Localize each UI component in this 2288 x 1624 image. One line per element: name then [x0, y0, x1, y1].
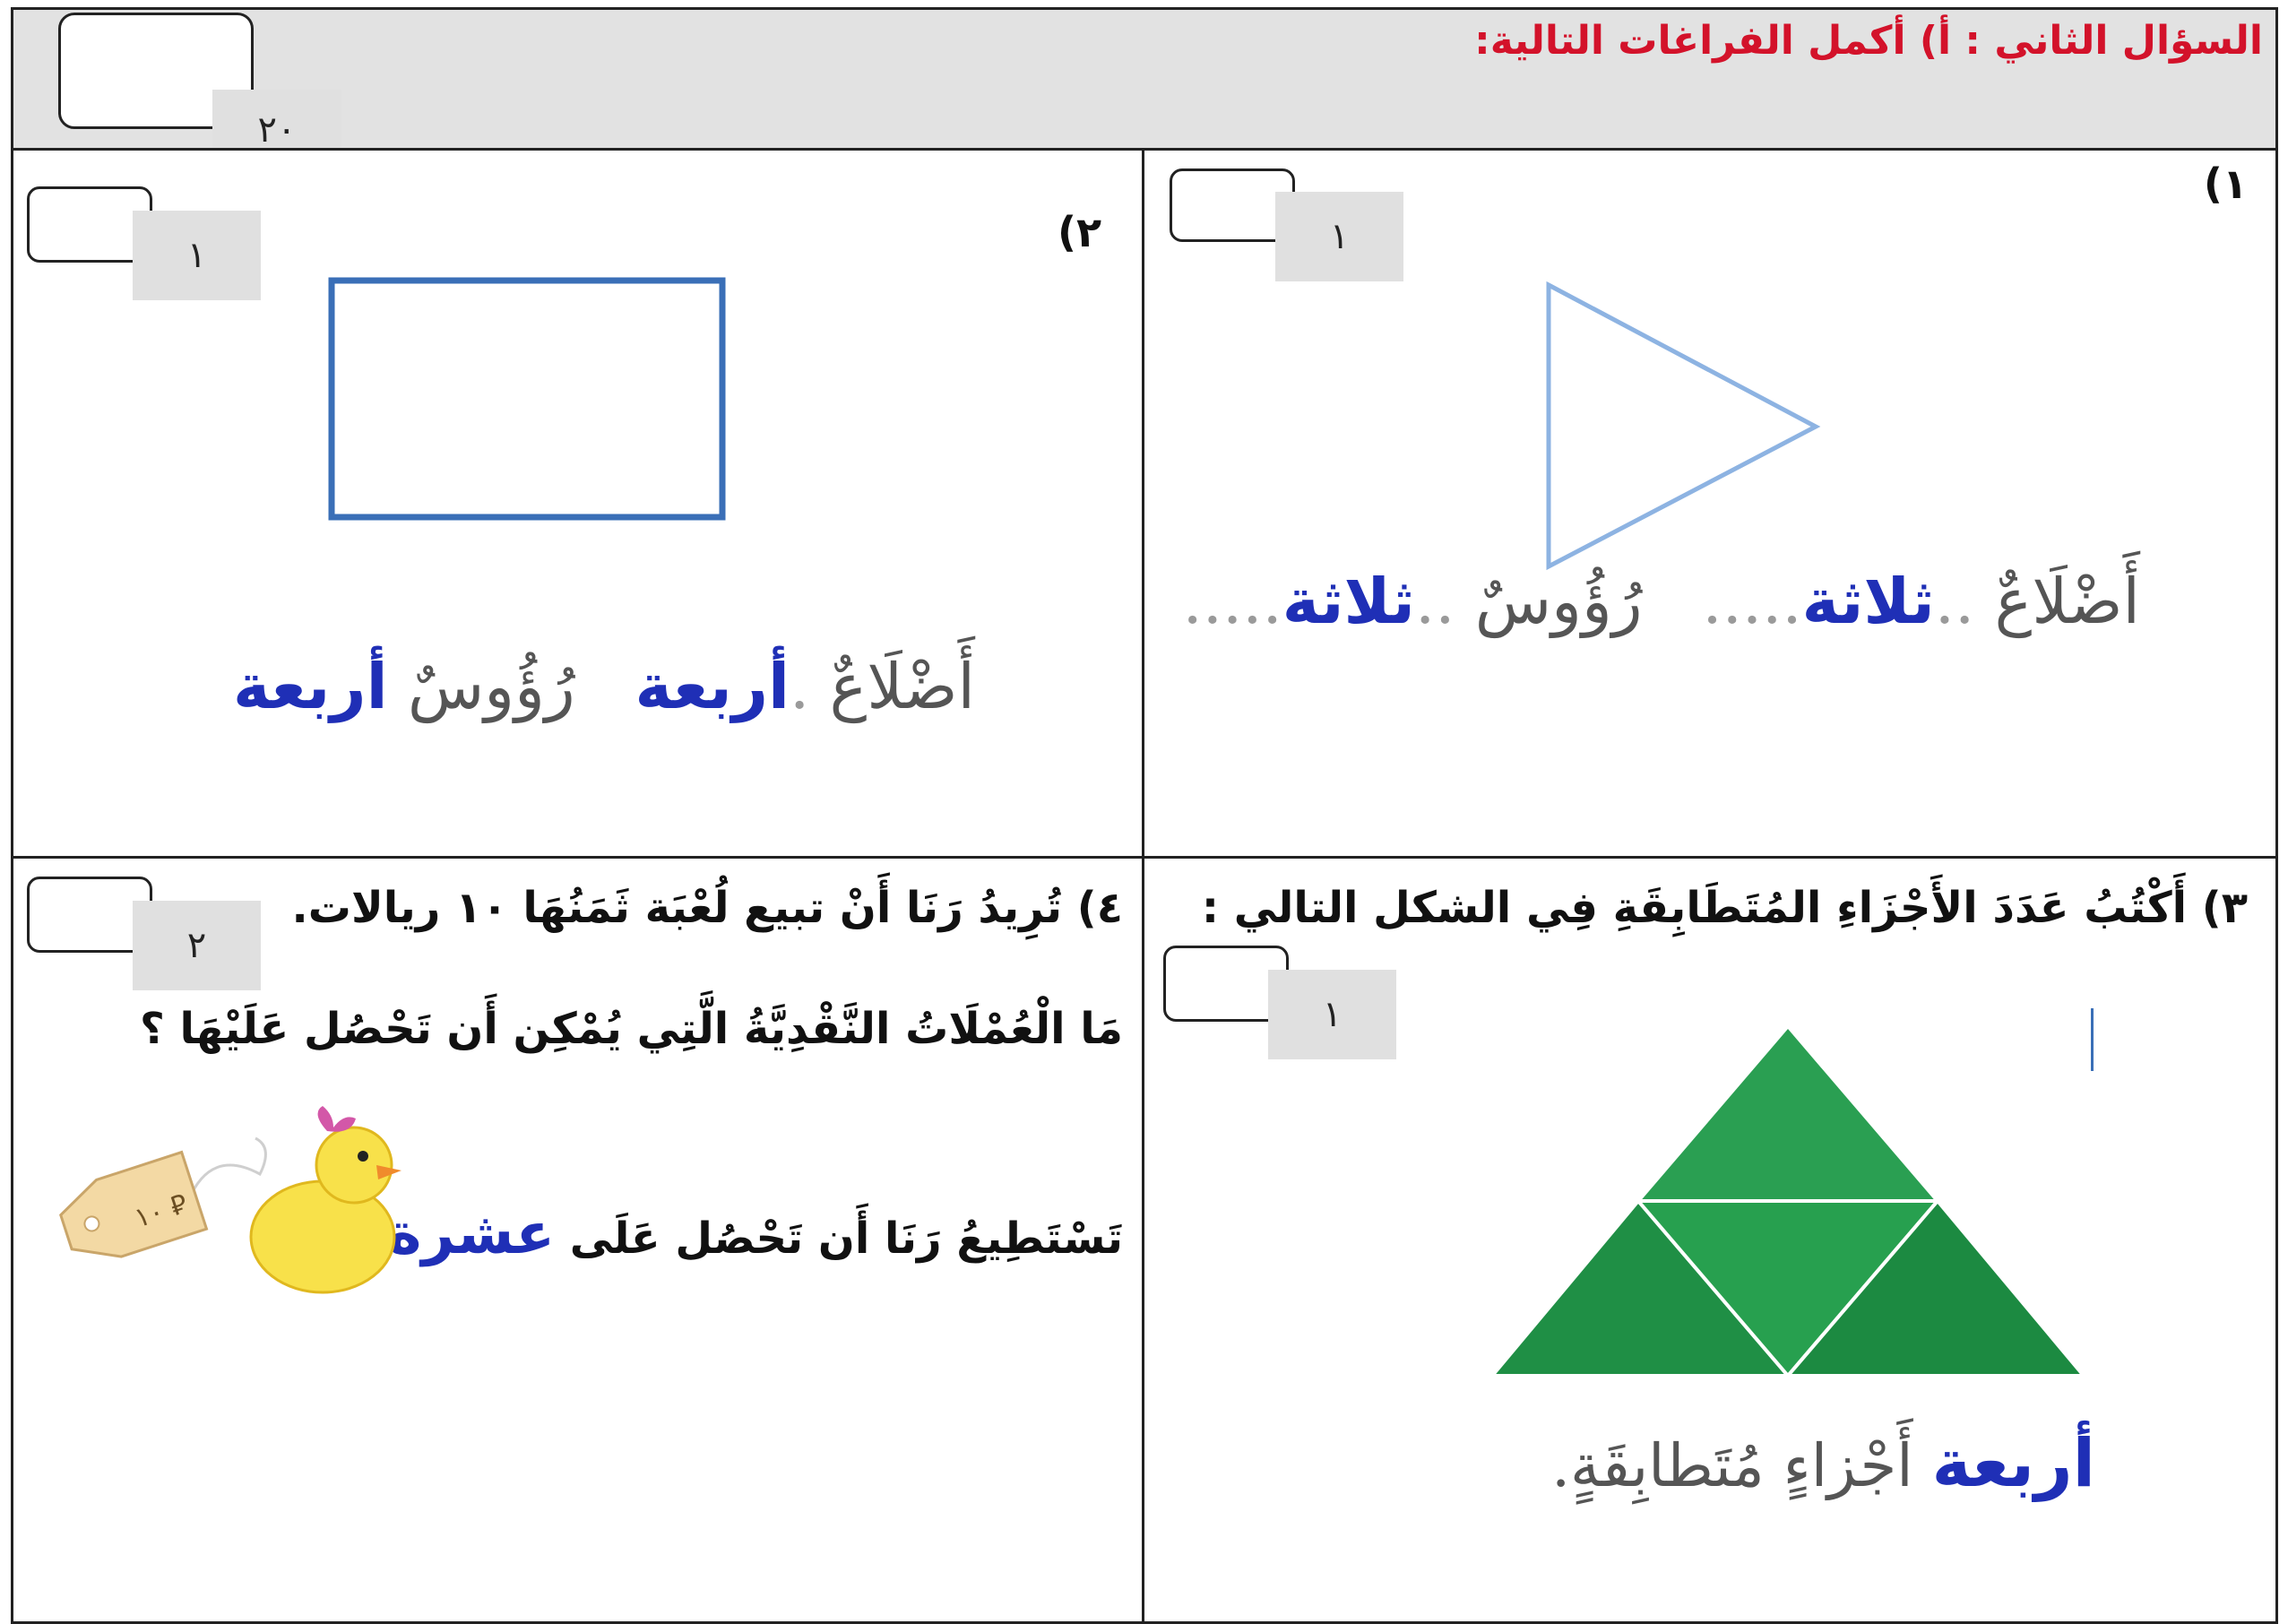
grid-divider-vertical: [1142, 148, 1144, 1624]
q1-dots-4: .....: [1182, 565, 1282, 638]
q1-score-label: ١: [1275, 192, 1403, 281]
rectangle-shape: [328, 277, 726, 521]
q1-answer-line: أَضْلَاعٌ ..ثلاثة..... رُؤُوسٌ ..ثلاثة..…: [1183, 565, 2141, 638]
q2-sides-label: أَضْلَاعٌ: [829, 650, 975, 723]
q1-vertices-label: رُؤُوسٌ: [1474, 565, 1643, 638]
q4-answer[interactable]: عشرة: [388, 1201, 555, 1267]
q4-score-label: ٢: [133, 901, 261, 990]
q4-prompt: ٤) تُرِيدُ رَنَا أَنْ تبيع لُعْبَة ثَمَن…: [291, 883, 1123, 933]
q1-dots-3: ..: [1414, 565, 1455, 638]
q4-question: مَا الْعُمْلَاتُ النَّقْدِيَّةُ الَّتِي …: [140, 1004, 1123, 1054]
q2-dots-1: .: [790, 650, 810, 723]
q2-score-label: ١: [133, 211, 261, 300]
question-title: السؤال الثاني : أ) أكمل الفراغات التالية…: [1474, 18, 2263, 64]
q1-sides-answer[interactable]: ثلاثة: [1802, 565, 1935, 638]
q1-dots-2: .....: [1702, 565, 1802, 638]
green-triangle-figure: [1490, 1024, 2085, 1378]
q1-dots-1: ..: [1934, 565, 1975, 638]
q3-score-label: ١: [1268, 970, 1396, 1059]
q1-number: ١): [2203, 160, 2248, 208]
q3-prompt: ٣) أَكْتُبُ عَدَدَ الأَجْزَاءِ المُتَطَا…: [1201, 883, 2248, 933]
q3-suffix: أَجْزاءٍ مُتَطابِقَةٍ.: [1551, 1431, 1913, 1500]
q1-vertices-answer[interactable]: ثلاثة: [1282, 565, 1415, 638]
toy-duck-illustration: ١٠ ⃁: [59, 1106, 401, 1294]
grid-divider-horizontal: [11, 856, 2278, 859]
triangle-shape: [1546, 281, 1821, 571]
q2-answer-line: أَضْلَاعٌ .أربعة رُؤُوسٌ أربعة: [233, 650, 975, 723]
q3-answer-line: أربعة أَجْزاءٍ مُتَطابِقَةٍ.: [1551, 1425, 2095, 1502]
q4-answer-line: تَسْتَطِيعُ رَنَا أَن تَحْصُل عَلَى عشرة: [388, 1201, 1123, 1267]
q3-answer[interactable]: أربعة: [1932, 1425, 2095, 1502]
q2-vertices-label: رُؤُوسٌ: [407, 650, 575, 723]
q2-number: ٢): [1058, 208, 1102, 256]
q2-vertices-answer[interactable]: أربعة: [233, 650, 388, 723]
q4-answer-prefix: تَسْتَطِيعُ رَنَا أَن تَحْصُل عَلَى: [569, 1214, 1123, 1264]
q1-sides-label: أَضْلَاعٌ: [1994, 565, 2140, 638]
q2-sides-answer[interactable]: أربعة: [635, 650, 790, 723]
